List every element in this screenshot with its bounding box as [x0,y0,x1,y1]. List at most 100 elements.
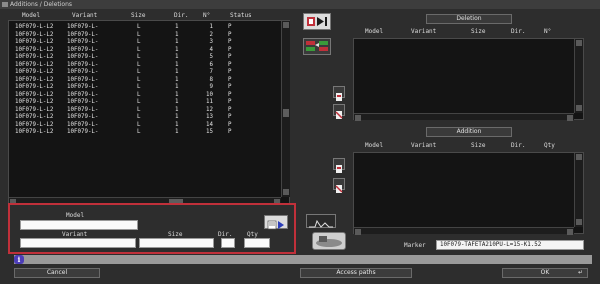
add-to-deletion-button[interactable] [333,86,345,101]
addition-column-header[interactable]: Size [471,142,485,149]
add-to-addition-button[interactable] [333,158,345,173]
additions-deletions-window: Additions / Deletions Model Variant Size Di… [0,0,600,284]
table-row[interactable]: 10F079-L-L2 10F079-L- L 1 13 P [9,114,279,121]
main-list-vscroll[interactable] [281,21,290,197]
addition-column-header[interactable]: Model [365,142,383,149]
scroll-right-icon[interactable] [567,229,573,235]
main-column-header[interactable]: Status [230,12,252,19]
main-column-header[interactable]: N° [203,12,210,19]
table-cell: 6 [209,61,214,68]
deletion-column-header[interactable]: Dir. [511,28,525,35]
size-field[interactable] [139,238,214,248]
table-cell: 10F079-L-L2 [15,69,54,75]
deletion-column-header[interactable]: N° [544,28,551,35]
table-cell: 10F079-L-L2 [15,61,54,68]
table-cell: 1 [175,106,179,113]
cancel-button[interactable]: Cancel [14,268,100,278]
table-cell: 1 [175,121,179,128]
table-cell: P [228,106,232,113]
window-icon [2,2,8,7]
dir-field[interactable] [221,238,235,248]
table-row[interactable]: 10F079-L-L2 10F079-L- L 1 6 P [9,62,279,69]
table-cell: 1 [175,91,179,98]
scroll-down-icon[interactable] [576,219,582,225]
remove-from-deletion-button[interactable] [333,104,345,119]
table-cell: 10F079-L- [67,46,99,53]
scroll-up-icon[interactable] [576,40,582,46]
deletion-list[interactable] [353,38,584,121]
info-icon[interactable]: i [14,255,24,264]
deletion-panel-title: Deletion [426,14,512,24]
table-cell: P [228,129,232,135]
qty-field[interactable] [244,238,270,248]
cut-tool-button[interactable] [312,232,346,250]
table-cell: P [228,76,232,83]
table-cell: 1 [175,31,179,38]
table-cell: L [137,39,141,45]
table-row[interactable]: 10F079-L-L2 10F079-L- L 1 10 P [9,92,279,99]
table-cell: 1 [175,99,179,105]
table-row[interactable]: 10F079-L-L2 10F079-L- L 1 4 P [9,47,279,54]
addition-list-vscroll[interactable] [574,153,583,227]
scroll-down-icon[interactable] [283,189,289,195]
table-row[interactable]: 10F079-L-L2 10F079-L- L 1 11 P [9,99,279,106]
model-field[interactable] [20,220,138,230]
table-row[interactable]: 10F079-L-L2 10F079-L- L 1 14 P [9,122,279,129]
table-row[interactable]: 10F079-L-L2 10F079-L- L 1 12 P [9,107,279,114]
remove-from-addition-button[interactable] [333,178,345,193]
table-cell: L [137,84,141,90]
table-cell: 1 [175,84,179,90]
scroll-up-icon[interactable] [576,154,582,160]
variant-label: Variant [62,231,88,238]
table-cell: 5 [209,54,214,60]
marker-view-button[interactable] [306,214,336,228]
main-column-header[interactable]: Variant [72,12,97,19]
status-bar [14,255,592,264]
main-list[interactable]: 10F079-L-L2 10F079-L- L 1 1 P 10F079-L-L2 10F07… [8,20,290,205]
table-row[interactable]: 10F079-L-L2 10F079-L- L 1 9 P [9,84,279,91]
deletion-column-header[interactable]: Variant [411,28,436,35]
move-to-deletion-button[interactable] [303,13,331,30]
table-cell: 1 [175,76,179,83]
marker-field[interactable]: 10F079-TAFETA210PU-L=15-K1.52 [436,240,584,250]
table-cell: 12 [206,106,213,113]
table-row[interactable]: 10F079-L-L2 10F079-L- L 1 7 P [9,69,279,76]
addition-list-hscroll[interactable] [354,227,574,235]
scroll-left-icon[interactable] [355,115,361,121]
table-row[interactable]: 10F079-L-L2 10F079-L- L 1 8 P [9,77,279,84]
table-row[interactable]: 10F079-L-L2 10F079-L- L 1 1 P [9,24,279,31]
variant-field[interactable] [20,238,136,248]
main-column-header[interactable]: Model [22,12,40,19]
ok-button[interactable]: OK ↵ [502,268,588,278]
scroll-down-icon[interactable] [576,105,582,111]
addition-column-header[interactable]: Variant [411,142,436,149]
table-row[interactable]: 10F079-L-L2 10F079-L- L 1 5 P [9,54,279,61]
access-paths-button[interactable]: Access paths [300,268,412,278]
transfer-all-button[interactable] [303,38,331,55]
scroll-left-icon[interactable] [355,229,361,235]
table-cell: P [228,121,232,128]
table-row[interactable]: 10F079-L-L2 10F079-L- L 1 15 P [9,129,279,136]
table-row[interactable]: 10F079-L-L2 10F079-L- L 1 2 P [9,32,279,39]
main-column-header[interactable]: Dir. [174,12,188,19]
deletion-list-hscroll[interactable] [354,113,574,121]
table-cell: 4 [209,46,214,53]
table-cell: 14 [206,121,213,128]
scroll-up-icon[interactable] [283,22,289,28]
table-cell: L [137,91,141,98]
addition-column-header[interactable]: Dir. [511,142,525,149]
scroll-right-icon[interactable] [567,115,573,121]
deletion-column-header[interactable]: Model [365,28,383,35]
deletion-column-header[interactable]: Size [471,28,485,35]
addition-list[interactable] [353,152,584,235]
addition-column-header[interactable]: Qty [544,142,555,149]
scroll-thumb[interactable] [283,109,289,117]
table-row[interactable]: 10F079-L-L2 10F079-L- L 1 3 P [9,39,279,46]
table-cell: 10F079-L- [67,91,99,98]
table-cell: 10F079-L- [67,69,99,75]
table-cell: L [137,24,141,30]
main-column-header[interactable]: Size [131,12,145,19]
table-cell: 10F079-L-L2 [15,121,54,128]
deletion-list-vscroll[interactable] [574,39,583,113]
add-entry-button[interactable] [264,215,288,230]
